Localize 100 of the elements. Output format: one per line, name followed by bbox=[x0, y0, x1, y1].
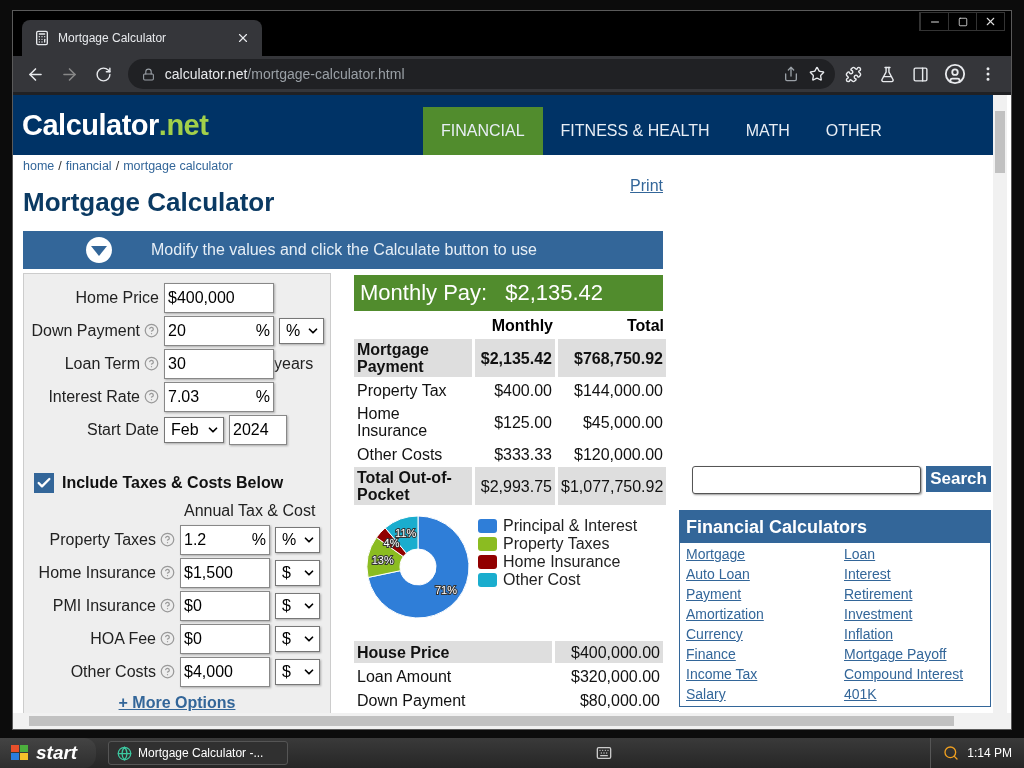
maximize-icon[interactable] bbox=[957, 16, 968, 27]
calculator-link[interactable]: Finance bbox=[686, 646, 736, 663]
nav-tab[interactable]: FINANCIAL bbox=[423, 107, 543, 155]
unit-select[interactable]: $ bbox=[275, 625, 320, 652]
calculator-link[interactable]: Salary bbox=[686, 686, 726, 703]
unit-suffix: % bbox=[251, 530, 266, 549]
slice-label: 11% bbox=[395, 527, 417, 540]
input-field[interactable]: $1,500 bbox=[180, 557, 270, 588]
calculator-link[interactable]: Compound Interest bbox=[844, 666, 964, 683]
row-label: Other Costs bbox=[356, 444, 444, 465]
field-label: PMI Insurance bbox=[52, 596, 156, 615]
table-cell-text: $333.33 bbox=[493, 444, 553, 465]
side-panel-icon[interactable] bbox=[912, 65, 930, 83]
calculator-link[interactable]: Mortgage Payoff bbox=[844, 646, 947, 663]
search-field[interactable] bbox=[692, 466, 922, 494]
calculator-link[interactable]: Inflation bbox=[844, 626, 894, 643]
calculator-link[interactable]: Auto Loan bbox=[686, 566, 750, 583]
banner-text: Modify the values and click the Calculate button to use bbox=[151, 241, 537, 259]
calculator-link[interactable]: Currency bbox=[686, 626, 743, 643]
table-cell-text: $125.00 bbox=[493, 412, 553, 433]
print-link[interactable]: Print bbox=[630, 177, 663, 195]
calculator-link[interactable]: Income Tax bbox=[686, 666, 758, 683]
calculator-link[interactable]: Payment bbox=[686, 586, 742, 603]
table-cell-text: $120,000.00 bbox=[573, 444, 664, 465]
calculator-link[interactable]: Retirement bbox=[844, 586, 913, 603]
input-field[interactable]: $0 bbox=[180, 623, 270, 654]
input-field[interactable]: $4,000 bbox=[180, 656, 270, 687]
calculator-link[interactable]: 401K bbox=[844, 686, 877, 703]
table-cell: $1,077,750.92 bbox=[558, 467, 666, 505]
search-button[interactable]: Search bbox=[926, 466, 991, 492]
more-options-link[interactable]: + More Options bbox=[24, 694, 330, 712]
input-field[interactable]: 2024 bbox=[229, 414, 287, 445]
column-header: Annual Tax & Cost bbox=[184, 502, 317, 520]
legend-label: Home Insurance bbox=[503, 553, 621, 571]
search-icon[interactable] bbox=[943, 745, 960, 761]
table-cell: $768,750.92 bbox=[558, 339, 666, 377]
unit-label: years bbox=[274, 354, 314, 373]
table-cell-text: $144,000.00 bbox=[573, 380, 664, 401]
field-label: Interest Rate bbox=[48, 387, 140, 406]
row-label: Down Payment bbox=[356, 690, 467, 711]
field-label: Down Payment bbox=[31, 321, 140, 340]
calculator-link[interactable]: Loan bbox=[844, 546, 876, 563]
legend-label: Principal & Interest bbox=[503, 517, 638, 535]
start-button[interactable]: start bbox=[0, 738, 96, 768]
unit-suffix: % bbox=[255, 321, 270, 340]
input-field[interactable]: $0 bbox=[180, 590, 270, 621]
unit-select[interactable]: $ bbox=[275, 559, 320, 586]
tab-title: Mortgage Calculator bbox=[58, 31, 168, 46]
field-label: Home Insurance bbox=[38, 563, 156, 582]
unit-suffix: % bbox=[255, 387, 270, 406]
unit-select[interactable]: % bbox=[275, 526, 320, 553]
address-bar[interactable]: calculator.net/mortgage-calculator.html bbox=[127, 59, 835, 90]
globe-icon bbox=[117, 745, 132, 761]
nav-tab[interactable]: OTHER bbox=[807, 107, 900, 155]
row-label: Loan Amount bbox=[356, 666, 453, 687]
puzzle-icon[interactable] bbox=[845, 65, 863, 83]
breadcrumb-link[interactable]: home bbox=[23, 159, 55, 175]
unit-select[interactable]: $ bbox=[275, 592, 320, 619]
calculator-link[interactable]: Investment bbox=[844, 606, 913, 623]
browser-tab[interactable]: Mortgage Calculator bbox=[22, 20, 262, 57]
column-header: Total bbox=[625, 316, 665, 336]
vertical-scrollbar[interactable] bbox=[993, 95, 1007, 713]
field-label: HOA Fee bbox=[90, 629, 156, 648]
legend-label: Property Taxes bbox=[503, 535, 610, 553]
breadcrumb-separator: / bbox=[115, 159, 120, 175]
page-title: Mortgage Calculator bbox=[23, 187, 275, 218]
row-label: Total Out-of-Pocket bbox=[354, 467, 472, 505]
unit-select[interactable]: % bbox=[279, 317, 324, 344]
reload-icon[interactable] bbox=[94, 65, 112, 83]
nav-tab[interactable]: MATH bbox=[727, 107, 808, 155]
share-icon[interactable] bbox=[782, 66, 799, 83]
checkbox-label: Include Taxes & Costs Below bbox=[62, 474, 284, 492]
info-banner[interactable]: Modify the values and click the Calculate button to use bbox=[23, 231, 663, 269]
breadcrumb-link[interactable]: financial bbox=[65, 159, 112, 175]
row-label: Mortgage Payment bbox=[354, 339, 472, 377]
clock: 1:14 PM bbox=[967, 746, 1012, 760]
breadcrumb-separator: / bbox=[58, 159, 62, 175]
flask-icon[interactable] bbox=[878, 65, 896, 83]
unit-select[interactable]: Feb bbox=[164, 416, 224, 443]
slice-label: 13% bbox=[371, 553, 394, 566]
nav-tab[interactable]: FITNESS & HEALTH bbox=[542, 107, 728, 155]
calculator-link[interactable]: Mortgage bbox=[686, 546, 746, 563]
site-logo[interactable]: Calculator.net bbox=[22, 95, 423, 155]
table-cell: $2,135.42 bbox=[475, 339, 555, 377]
input-field[interactable]: $400,000 bbox=[164, 282, 274, 313]
taskbar-task[interactable]: Mortgage Calculator -... bbox=[108, 741, 288, 765]
star-icon[interactable] bbox=[808, 66, 825, 83]
breadcrumb-link[interactable]: mortgage calculator bbox=[123, 159, 233, 175]
table-cell-text: $320,000.00 bbox=[570, 666, 661, 687]
calculator-link[interactable]: Amortization bbox=[686, 606, 764, 623]
checkbox[interactable] bbox=[34, 473, 54, 493]
field-label: Other Costs bbox=[70, 662, 156, 681]
calculator-link[interactable]: Interest bbox=[844, 566, 891, 583]
horizontal-scrollbar[interactable] bbox=[13, 713, 1011, 729]
profile-icon[interactable] bbox=[943, 63, 966, 86]
column-header: Monthly bbox=[490, 316, 554, 336]
unit-select[interactable]: $ bbox=[275, 658, 320, 685]
keyboard-icon[interactable] bbox=[596, 745, 613, 761]
close-icon[interactable] bbox=[984, 15, 997, 28]
input-field[interactable]: 30 bbox=[164, 348, 274, 379]
